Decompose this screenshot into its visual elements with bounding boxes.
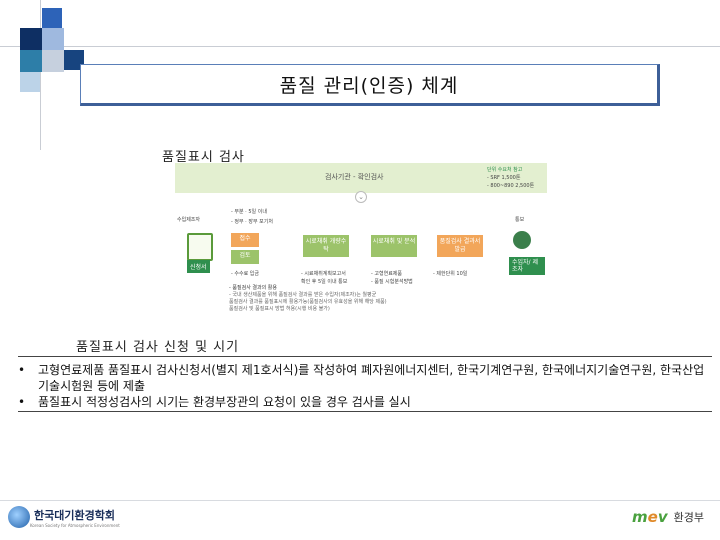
ministry-logo: mev 환경부: [632, 508, 704, 526]
bullet-text-1: 고형연료제품 품질표시 검사신청서(별지 제1호서식)를 작성하여 폐자원에너지…: [38, 363, 705, 393]
sub-note-2: - 시료채취계획보고서: [301, 271, 346, 277]
person-icon: [513, 231, 531, 249]
diagram-right-note-3: - 800~890 2,500톤: [487, 183, 535, 189]
bottom-note-1: - 품질검사 결과의 활용: [229, 285, 277, 291]
step-receipt: 접수: [231, 233, 259, 247]
sub-note-3: - 고형연료제품: [371, 271, 402, 277]
diagram-header-text: 검사기관 - 확인검사: [325, 173, 384, 181]
step-sampling-analysis: 시료채취 및 분석: [371, 235, 417, 257]
ministry-name: 환경부: [673, 511, 704, 524]
org-name: 한국대기환경학회: [34, 508, 115, 522]
bullet-list: • 고형연료제품 품질표시 검사신청서(별지 제1호서식)를 작성하여 폐자원에…: [18, 362, 708, 410]
org-logo: 한국대기환경학회 Korean Society for Atmospheric …: [8, 506, 120, 528]
title-box: 품질 관리(인증) 체계: [80, 64, 660, 106]
sub-note-4: - 제한단위 10일: [433, 271, 468, 277]
right-actor: 통보: [515, 217, 525, 223]
chevron-down-icon: ⌄: [355, 191, 367, 203]
decor-square-light: [42, 28, 64, 50]
bullet-item-2: • 품질표시 적정성검사의 시기는 환경부장관의 요청이 있을 경우 검사를 실…: [18, 394, 708, 410]
diagram-right-note-2: - SRF 1,500톤: [487, 175, 521, 181]
step-review: 검토: [231, 250, 259, 264]
decor-horizontal-line: [0, 46, 720, 47]
decor-square-blue: [42, 8, 62, 28]
left-note-2: - 정부 · 장부 포기처: [231, 219, 273, 225]
bullet-marker: •: [18, 395, 26, 409]
page-title: 품질 관리(인증) 체계: [279, 74, 459, 97]
left-actor: 수입제조자: [177, 217, 201, 223]
globe-icon: [8, 506, 30, 528]
section-bottom-rule: [18, 411, 712, 412]
decor-square-gray: [42, 50, 64, 72]
bottom-note-2: - 국내 생산제품을 위해 품질검사 결과를 받은 수입자(제조자)는 월평균: [229, 292, 377, 298]
left-note-1: - 부분 · 5일 이내: [231, 209, 267, 215]
ministry-mark: mev: [632, 508, 668, 526]
section-top-rule: [18, 356, 712, 357]
decor-square-teal: [20, 50, 42, 72]
bullet-marker: •: [18, 363, 26, 377]
caption-mid: 품질표시 검사 신청 및 시기: [76, 340, 240, 355]
diagram-bottom-notes: - 품질검사 결과의 활용 - 국내 생산제품을 위해 품질검사 결과를 받은 …: [229, 285, 459, 313]
org-subtitle: Korean Society for Atmospheric Environme…: [30, 522, 120, 528]
decor-square-dark: [20, 28, 42, 50]
step-result-issue: 품질검사 결과서 발급: [437, 235, 483, 257]
step-sampling-plan: 시료채취 개량수탁: [303, 235, 349, 257]
footer-divider: [0, 500, 720, 501]
decor-vertical-line: [40, 0, 41, 150]
bottom-note-3: 품질검사 결과를 품질표시에 활용가능(품질검사의 유효성을 위해 해당 제품): [229, 299, 387, 305]
process-diagram: 검사기관 - 확인검사 단위 수요처 참고 - SRF 1,500톤 - 800…: [175, 163, 547, 315]
right-tag: 수입자/ 제조자: [509, 257, 545, 275]
left-tag: 신청서: [187, 260, 210, 273]
document-icon: [187, 233, 213, 261]
sub-note-1: - 수수료 입금: [231, 271, 259, 277]
diagram-right-note-1: 단위 수요처 참고: [487, 167, 523, 173]
bullet-item-1: • 고형연료제품 품질표시 검사신청서(별지 제1호서식)를 작성하여 폐자원에…: [18, 362, 708, 394]
bullet-text-2: 품질표시 적정성검사의 시기는 환경부장관의 요청이 있을 경우 검사를 실시: [38, 395, 411, 409]
decor-square-pale: [20, 72, 40, 92]
bottom-note-4: 품질검사 및 품질표시 방법 허용(시행 비용 불가): [229, 306, 330, 312]
